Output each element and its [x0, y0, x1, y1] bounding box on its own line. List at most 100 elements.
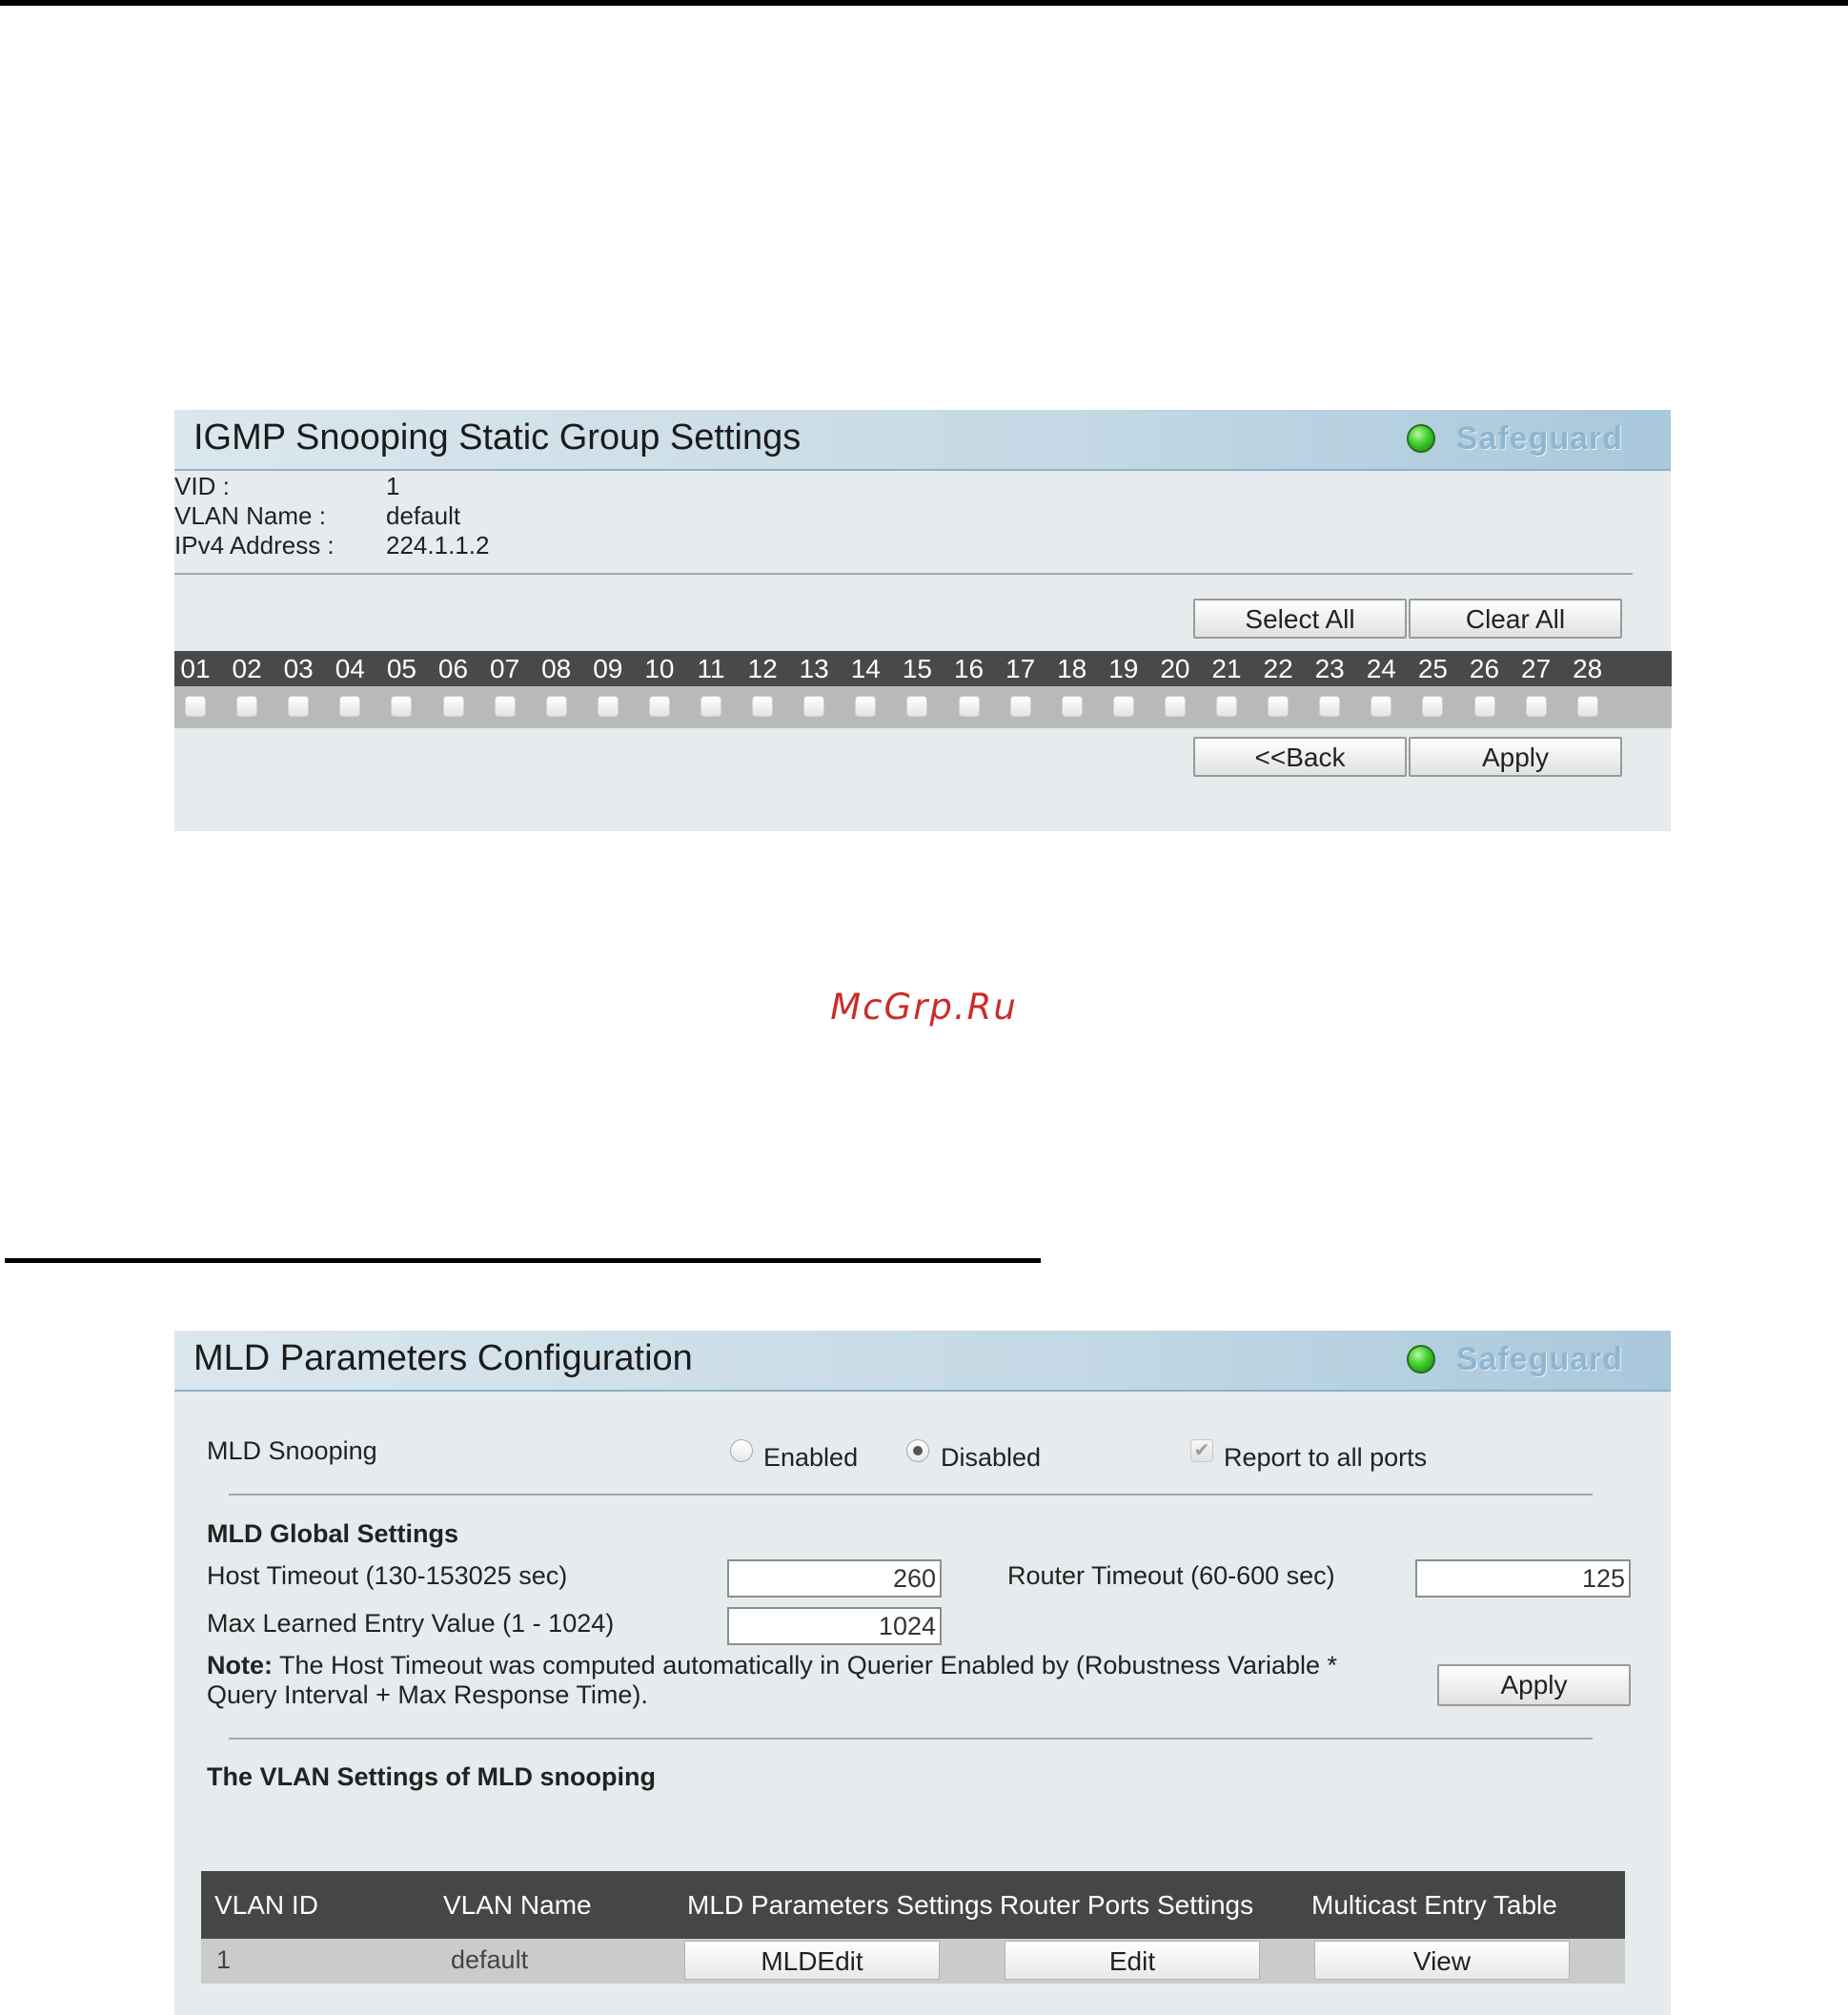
port-number-18: 18 [1057, 654, 1087, 683]
port-number-19: 19 [1108, 654, 1139, 683]
mld-panel-header: MLD Parameters Configuration Safeguard [174, 1331, 1671, 1392]
section-rule [5, 1258, 1041, 1263]
mld-global-settings-heading: MLD Global Settings [207, 1519, 459, 1548]
port-checkbox-18[interactable] [1061, 696, 1083, 717]
clear-all-button[interactable]: Clear All [1409, 599, 1622, 639]
snooping-disabled-label: Disabled [941, 1443, 1042, 1472]
port-number-24: 24 [1366, 654, 1396, 683]
port-checkbox-28[interactable] [1576, 696, 1598, 717]
snooping-enabled-radio[interactable] [730, 1439, 753, 1462]
divider [174, 573, 1633, 575]
port-checkbox-21[interactable] [1216, 696, 1237, 717]
port-checkbox-20[interactable] [1164, 696, 1186, 717]
report-to-all-ports-checkbox[interactable]: ✔ [1190, 1439, 1213, 1462]
port-checkbox-07[interactable] [494, 696, 516, 717]
safeguard-led-icon [1406, 424, 1435, 453]
mld-parameters-panel: MLD Parameters Configuration Safeguard M… [174, 1331, 1671, 2015]
watermark-text: McGrp.Ru [830, 987, 1018, 1028]
port-checkbox-03[interactable] [288, 696, 310, 717]
port-checkbox-22[interactable] [1268, 696, 1290, 717]
back-button[interactable]: <<Back [1193, 737, 1407, 777]
mld-apply-button[interactable]: Apply [1437, 1664, 1631, 1706]
port-checkbox-14[interactable] [855, 696, 877, 717]
snooping-enabled-label: Enabled [763, 1443, 859, 1472]
vlan-table-header: VLAN ID VLAN Name MLD Parameters Setting… [201, 1871, 1625, 1939]
port-number-12: 12 [747, 654, 778, 683]
port-number-header: 01 02 03 04 05 06 07 08 09 10 11 12 13 14 15 16 17 18 19 20… [174, 651, 1672, 686]
port-checkbox-02[interactable] [236, 696, 258, 717]
port-number-07: 07 [490, 654, 520, 683]
igmp-static-group-panel: IGMP Snooping Static Group Settings Safe… [174, 410, 1672, 831]
port-number-02: 02 [232, 654, 262, 683]
port-checkbox-08[interactable] [545, 696, 567, 717]
note-line-2: Query Interval + Max Response Time). [207, 1680, 648, 1709]
col-multicast-entry-table: Multicast Entry Table [1311, 1890, 1557, 1920]
port-number-13: 13 [799, 654, 829, 683]
snooping-disabled-radio[interactable] [906, 1439, 929, 1462]
port-checkbox-06[interactable] [442, 696, 464, 717]
port-checkbox-04[interactable] [339, 696, 361, 717]
port-number-14: 14 [850, 654, 881, 683]
port-checkbox-25[interactable] [1422, 696, 1444, 717]
port-checkbox-05[interactable] [391, 696, 413, 717]
note-label: Note: [207, 1651, 273, 1679]
host-timeout-input[interactable] [727, 1559, 942, 1598]
table-row: 1 default MLDEdit Edit View [201, 1939, 1625, 1984]
port-checkbox-15[interactable] [906, 696, 928, 717]
safeguard-label: Safeguard [1455, 1340, 1623, 1377]
port-number-04: 04 [335, 654, 365, 683]
port-checkbox-27[interactable] [1525, 696, 1547, 717]
port-checkbox-23[interactable] [1319, 696, 1341, 717]
port-number-03: 03 [283, 654, 314, 683]
divider [229, 1494, 1593, 1496]
port-number-27: 27 [1521, 654, 1552, 683]
router-timeout-input[interactable] [1415, 1559, 1631, 1598]
port-number-10: 10 [644, 654, 675, 683]
port-checkbox-01[interactable] [185, 696, 206, 717]
port-checkbox-09[interactable] [597, 696, 619, 717]
mld-edit-button[interactable]: MLDEdit [684, 1941, 940, 1980]
port-number-15: 15 [902, 654, 932, 683]
port-checkbox-16[interactable] [958, 696, 980, 717]
igmp-panel-header: IGMP Snooping Static Group Settings Safe… [174, 410, 1671, 471]
port-checkbox-10[interactable] [648, 696, 670, 717]
port-checkbox-13[interactable] [803, 696, 825, 717]
port-number-01: 01 [180, 654, 211, 683]
port-number-09: 09 [593, 654, 623, 683]
port-checkbox-19[interactable] [1112, 696, 1134, 717]
vlan-id-cell: 1 [216, 1945, 232, 1974]
max-learned-entry-label: Max Learned Entry Value (1 - 1024) [207, 1609, 615, 1638]
vlan-name-cell: default [451, 1945, 529, 1974]
col-mld-parameters-settings: MLD Parameters Settings [687, 1890, 993, 1920]
mld-page-title: MLD Parameters Configuration [193, 1338, 693, 1378]
safeguard-indicator: Safeguard [1406, 419, 1623, 458]
select-all-button[interactable]: Select All [1193, 599, 1407, 639]
vlan-settings-heading: The VLAN Settings of MLD snooping [207, 1762, 656, 1791]
igmp-page-title: IGMP Snooping Static Group Settings [193, 417, 802, 458]
report-to-all-ports-label: Report to all ports [1224, 1443, 1428, 1472]
divider [229, 1738, 1593, 1740]
note-line-1: The Host Timeout was computed automatica… [273, 1651, 1338, 1679]
port-number-23: 23 [1314, 654, 1345, 683]
max-learned-entry-input[interactable] [727, 1607, 942, 1645]
col-router-ports-settings: Router Ports Settings [1000, 1890, 1254, 1920]
apply-button[interactable]: Apply [1409, 737, 1622, 777]
port-checkbox-17[interactable] [1009, 696, 1031, 717]
port-checkbox-24[interactable] [1371, 696, 1392, 717]
multicast-view-button[interactable]: View [1314, 1941, 1570, 1980]
port-number-06: 06 [437, 654, 469, 683]
host-timeout-label: Host Timeout (130-153025 sec) [207, 1561, 568, 1590]
port-checkbox-11[interactable] [701, 696, 721, 717]
port-checkbox-12[interactable] [752, 696, 774, 717]
router-timeout-label: Router Timeout (60-600 sec) [1007, 1561, 1335, 1590]
port-number-28: 28 [1573, 654, 1603, 683]
note-text: Note: The Host Timeout was computed auto… [207, 1651, 1337, 1710]
vid-value: 1 [386, 472, 400, 500]
ipv4-address-value: 224.1.1.2 [386, 531, 490, 560]
port-number-11: 11 [697, 654, 725, 683]
port-number-25: 25 [1417, 654, 1448, 683]
port-checkbox-row [174, 686, 1672, 728]
port-checkbox-26[interactable] [1473, 696, 1495, 717]
port-number-20: 20 [1160, 654, 1190, 683]
router-ports-edit-button[interactable]: Edit [1005, 1941, 1260, 1980]
